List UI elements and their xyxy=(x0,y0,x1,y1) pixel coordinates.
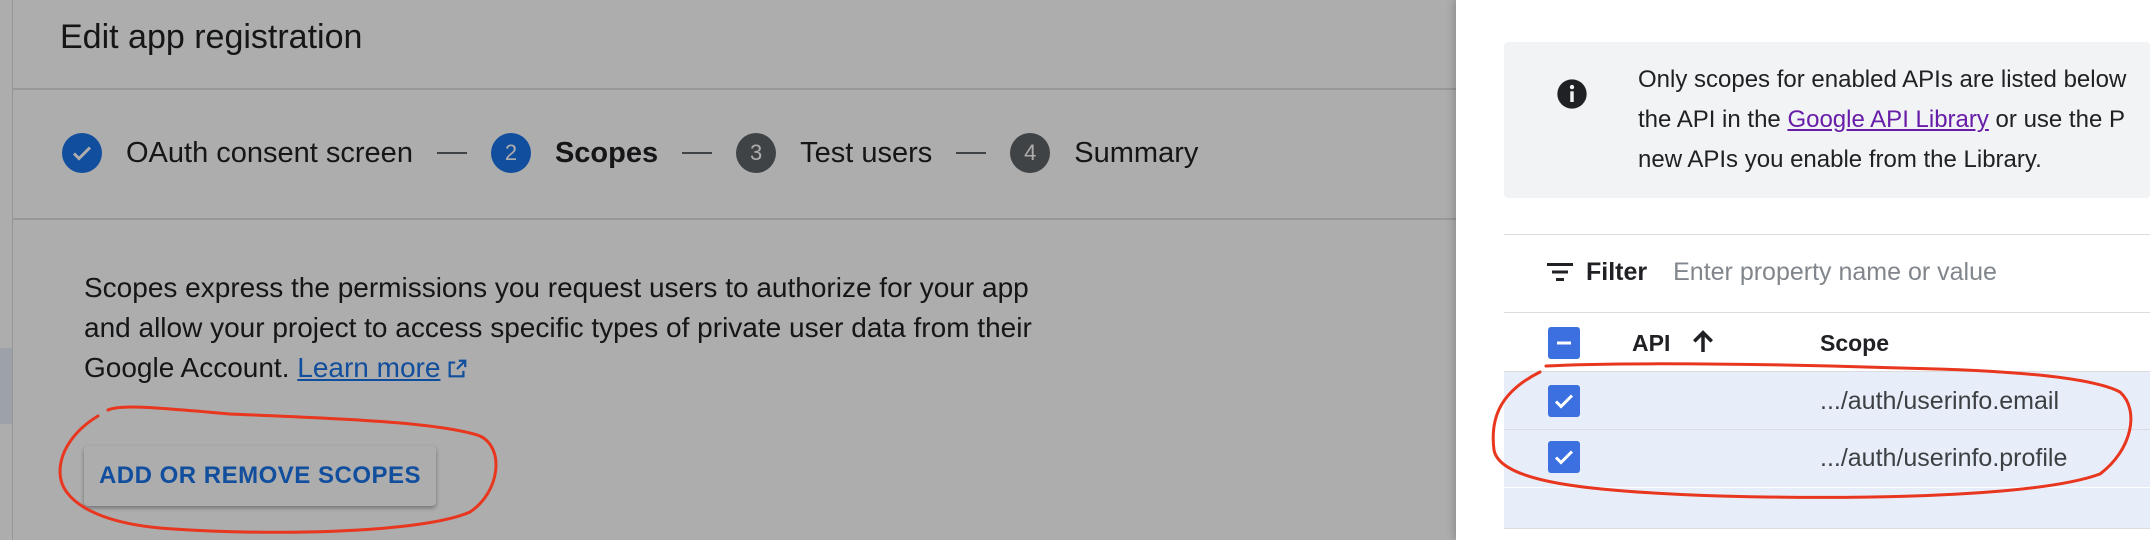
step-label: OAuth consent screen xyxy=(126,136,413,169)
page-title: Edit app registration xyxy=(60,18,363,56)
table-row-partial xyxy=(1504,488,2150,528)
step-number: 4 xyxy=(1010,133,1051,173)
edit-app-registration-page: Edit app registration OAuth consent scre… xyxy=(0,0,1456,540)
step-separator xyxy=(682,152,713,154)
add-or-remove-scopes-button[interactable]: ADD OR REMOVE SCOPES xyxy=(84,446,436,506)
step-number: 3 xyxy=(736,133,777,173)
scopes-description: Scopes express the permissions you reque… xyxy=(84,268,1074,388)
step-label: Scopes xyxy=(554,136,659,169)
scope-cell: .../auth/userinfo.email xyxy=(1820,387,2060,415)
arrow-up-icon[interactable] xyxy=(1688,327,1718,357)
info-icon xyxy=(1557,79,1587,109)
step-separator xyxy=(956,152,987,154)
info-text: Only scopes for enabled APIs are listed … xyxy=(1638,60,2150,180)
row-checkbox-email[interactable] xyxy=(1548,385,1580,417)
column-header-api[interactable]: API xyxy=(1632,330,1670,357)
header-divider xyxy=(12,88,1456,90)
filter-input[interactable] xyxy=(1673,257,2094,287)
step-number: 2 xyxy=(490,133,531,173)
learn-more-label: Learn more xyxy=(297,352,441,383)
step-label: Test users xyxy=(800,136,933,169)
external-link-icon xyxy=(449,359,467,378)
filter-icon xyxy=(1547,263,1573,281)
info-line-1: Only scopes for enabled APIs are listed … xyxy=(1638,66,2127,93)
step-separator xyxy=(436,152,467,154)
google-api-library-link[interactable]: Google API Library xyxy=(1787,106,1988,133)
step-label: Summary xyxy=(1074,136,1199,169)
scopes-description-text: Scopes express the permissions you reque… xyxy=(84,272,1032,383)
select-all-checkbox[interactable] xyxy=(1548,327,1580,359)
check-icon xyxy=(1554,394,1574,409)
indeterminate-icon xyxy=(1557,341,1571,345)
step-complete-check-icon xyxy=(62,133,102,173)
info-line-2b: or use the P xyxy=(1988,106,2125,133)
learn-more-link[interactable]: Learn more xyxy=(297,352,468,383)
check-icon xyxy=(1554,450,1574,465)
step-test-users[interactable]: 3 Test users xyxy=(736,133,932,173)
step-summary[interactable]: 4 Summary xyxy=(1010,133,1198,173)
info-banner: Only scopes for enabled APIs are listed … xyxy=(1504,42,2150,198)
nav-edge-highlight xyxy=(0,348,12,424)
row-divider xyxy=(1504,528,2150,529)
scope-cell: .../auth/userinfo.profile xyxy=(1820,444,2068,472)
update-scopes-panel: Only scopes for enabled APIs are listed … xyxy=(1456,0,2150,540)
row-checkbox-profile[interactable] xyxy=(1548,441,1580,473)
panel-divider xyxy=(1504,234,2150,235)
step-oauth-consent[interactable]: OAuth consent screen xyxy=(62,133,413,173)
filter-label: Filter xyxy=(1586,257,1648,286)
info-line-3: new APIs you enable from the Library. xyxy=(1638,146,2042,173)
page-left-border xyxy=(12,0,13,540)
stepper-divider xyxy=(12,218,1456,220)
table-top-divider xyxy=(1504,312,2150,313)
step-scopes[interactable]: 2 Scopes xyxy=(490,133,659,173)
stepper: OAuth consent screen 2 Scopes 3 Test use… xyxy=(62,130,1198,176)
column-header-scope[interactable]: Scope xyxy=(1820,330,1889,357)
info-line-2a: the API in the xyxy=(1638,106,1788,133)
filter-bar[interactable]: Filter xyxy=(1546,252,2094,292)
